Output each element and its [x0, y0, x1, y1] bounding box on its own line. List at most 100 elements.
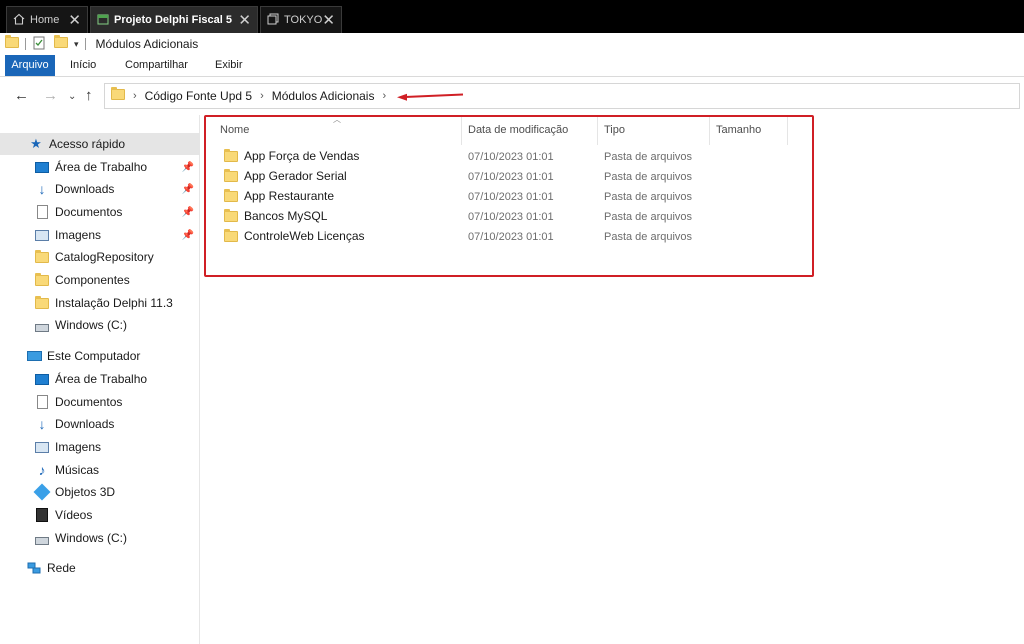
- file-type: Pasta de arquivos: [604, 211, 693, 223]
- nav-item-documents[interactable]: Documentos 📌: [0, 201, 200, 223]
- image-icon: [34, 227, 50, 243]
- file-date: 07/10/2023 01:01: [468, 211, 554, 223]
- file-name-cell: ControleWeb Licenças: [224, 228, 365, 243]
- tab-bar: Home ✕ Projeto Delphi Fiscal 5 ✕ TOKYO ✕: [0, 0, 1024, 33]
- chevron-right-icon[interactable]: ›: [260, 90, 264, 102]
- nav-item-windows-c[interactable]: Windows (C:): [0, 314, 200, 336]
- new-folder-icon[interactable]: [54, 35, 68, 51]
- file-type: Pasta de arquivos: [604, 171, 693, 183]
- image-icon: [34, 439, 50, 455]
- customize-dropdown-icon[interactable]: ▾: [74, 39, 79, 50]
- nav-item-images[interactable]: Imagens: [0, 436, 200, 458]
- desktop-icon: [34, 371, 50, 387]
- nav-item-music[interactable]: ♪ Músicas: [0, 459, 200, 481]
- nav-label: Rede: [47, 561, 76, 575]
- nav-label: Componentes: [55, 273, 130, 287]
- nav-item-desktop[interactable]: Área de Trabalho 📌: [0, 156, 200, 178]
- close-icon[interactable]: ✕: [322, 11, 335, 29]
- title-bar: ▾ Módulos Adicionais: [0, 33, 1024, 55]
- ribbon-tab-view[interactable]: Exibir: [215, 55, 243, 76]
- tab-label: TOKYO: [284, 14, 323, 26]
- nav-network[interactable]: Rede: [0, 557, 200, 579]
- column-header-date[interactable]: Data de modificação: [462, 115, 598, 145]
- nav-label: Instalação Delphi 11.3: [55, 296, 173, 310]
- column-header-size[interactable]: Tamanho: [710, 115, 788, 145]
- file-date: 07/10/2023 01:01: [468, 231, 554, 243]
- file-type: Pasta de arquivos: [604, 191, 693, 203]
- nav-item-downloads[interactable]: ↓ Downloads: [0, 413, 200, 435]
- file-name: Bancos MySQL: [244, 209, 328, 223]
- folder-window-icon: [97, 13, 109, 28]
- folder-icon: [224, 168, 238, 182]
- pin-icon[interactable]: 📌: [182, 184, 194, 195]
- file-name: App Força de Vendas: [244, 149, 360, 163]
- home-icon: [13, 13, 25, 28]
- nav-quick-access[interactable]: ★ Acesso rápido: [0, 133, 200, 155]
- tab-projeto-delphi[interactable]: Projeto Delphi Fiscal 5 ✕: [90, 6, 258, 33]
- nav-item-componentes[interactable]: Componentes: [0, 269, 200, 291]
- forward-arrow-icon[interactable]: →: [43, 87, 58, 104]
- annotation-arrow-icon: [397, 93, 464, 101]
- back-arrow-icon[interactable]: ←: [14, 87, 29, 104]
- nav-label: Este Computador: [47, 349, 141, 363]
- computer-icon: [26, 348, 42, 364]
- recent-locations-chevron-icon[interactable]: ⌄: [68, 91, 76, 102]
- nav-label: Músicas: [55, 463, 100, 477]
- chevron-right-icon[interactable]: ›: [382, 90, 386, 102]
- properties-icon[interactable]: [32, 36, 46, 53]
- breadcrumb-segment[interactable]: Código Fonte Upd 5: [145, 89, 252, 103]
- drive-icon: [34, 317, 50, 333]
- tab-home[interactable]: Home ✕: [6, 6, 88, 33]
- chevron-right-icon[interactable]: ›: [133, 90, 137, 102]
- nav-label: Imagens: [55, 228, 102, 242]
- file-name-cell: App Restaurante: [224, 188, 334, 203]
- folder-icon: [34, 249, 50, 265]
- column-header-name[interactable]: Nome: [214, 115, 462, 145]
- navigation-pane: ★ Acesso rápido Área de Trabalho 📌 ↓ Dow…: [0, 115, 200, 644]
- pin-icon[interactable]: 📌: [182, 162, 194, 173]
- file-date: 07/10/2023 01:01: [468, 171, 554, 183]
- file-list: ︿ Nome Data de modificação Tipo Tamanho …: [202, 115, 1024, 644]
- table-row[interactable]: ControleWeb Licenças 07/10/2023 01:01 Pa…: [218, 227, 798, 247]
- desktop-icon: [34, 159, 50, 175]
- breadcrumb-segment[interactable]: Módulos Adicionais: [272, 89, 375, 103]
- folder-icon: [111, 87, 125, 103]
- nav-this-pc[interactable]: Este Computador: [0, 345, 200, 367]
- nav-item-desktop[interactable]: Área de Trabalho: [0, 368, 200, 390]
- folder-icon: [224, 188, 238, 202]
- pin-icon[interactable]: 📌: [182, 207, 194, 218]
- table-row[interactable]: App Gerador Serial 07/10/2023 01:01 Past…: [218, 167, 798, 187]
- file-name-cell: App Força de Vendas: [224, 148, 360, 163]
- tab-tokyo[interactable]: TOKYO ✕: [260, 6, 342, 33]
- table-row[interactable]: App Força de Vendas 07/10/2023 01:01 Pas…: [218, 147, 798, 167]
- nav-item-windows-c[interactable]: Windows (C:): [0, 527, 200, 549]
- table-row[interactable]: App Restaurante 07/10/2023 01:01 Pasta d…: [218, 187, 798, 207]
- nav-item-documents[interactable]: Documentos: [0, 391, 200, 413]
- nav-item-videos[interactable]: Vídeos: [0, 504, 200, 526]
- file-type: Pasta de arquivos: [604, 151, 693, 163]
- nav-label: Área de Trabalho: [55, 372, 148, 386]
- divider: [25, 38, 26, 50]
- nav-item-images[interactable]: Imagens 📌: [0, 224, 200, 246]
- nav-item-instalacao-delphi[interactable]: Instalação Delphi 11.3: [0, 292, 200, 314]
- ribbon-tab-share[interactable]: Compartilhar: [125, 55, 188, 76]
- address-bar[interactable]: › Código Fonte Upd 5 › Módulos Adicionai…: [104, 83, 1020, 109]
- ribbon-tab-file[interactable]: Arquivo: [5, 55, 55, 76]
- close-icon[interactable]: ✕: [68, 11, 81, 29]
- column-header-type[interactable]: Tipo: [598, 115, 710, 145]
- nav-item-3d-objects[interactable]: Objetos 3D: [0, 481, 200, 503]
- cube-icon: [33, 483, 51, 501]
- nav-label: Windows (C:): [55, 531, 128, 545]
- table-row[interactable]: Bancos MySQL 07/10/2023 01:01 Pasta de a…: [218, 207, 798, 227]
- video-icon: [34, 507, 50, 523]
- nav-item-catalogrepository[interactable]: CatalogRepository: [0, 246, 200, 268]
- file-name-cell: Bancos MySQL: [224, 208, 328, 223]
- pin-icon[interactable]: 📌: [182, 230, 194, 241]
- divider: [84, 38, 86, 50]
- nav-item-downloads[interactable]: ↓ Downloads 📌: [0, 178, 200, 200]
- copy-icon: [267, 13, 279, 28]
- network-icon: [26, 560, 42, 576]
- close-icon[interactable]: ✕: [238, 11, 251, 29]
- ribbon-tab-home[interactable]: Início: [70, 55, 96, 76]
- up-arrow-icon[interactable]: ↑: [85, 87, 93, 104]
